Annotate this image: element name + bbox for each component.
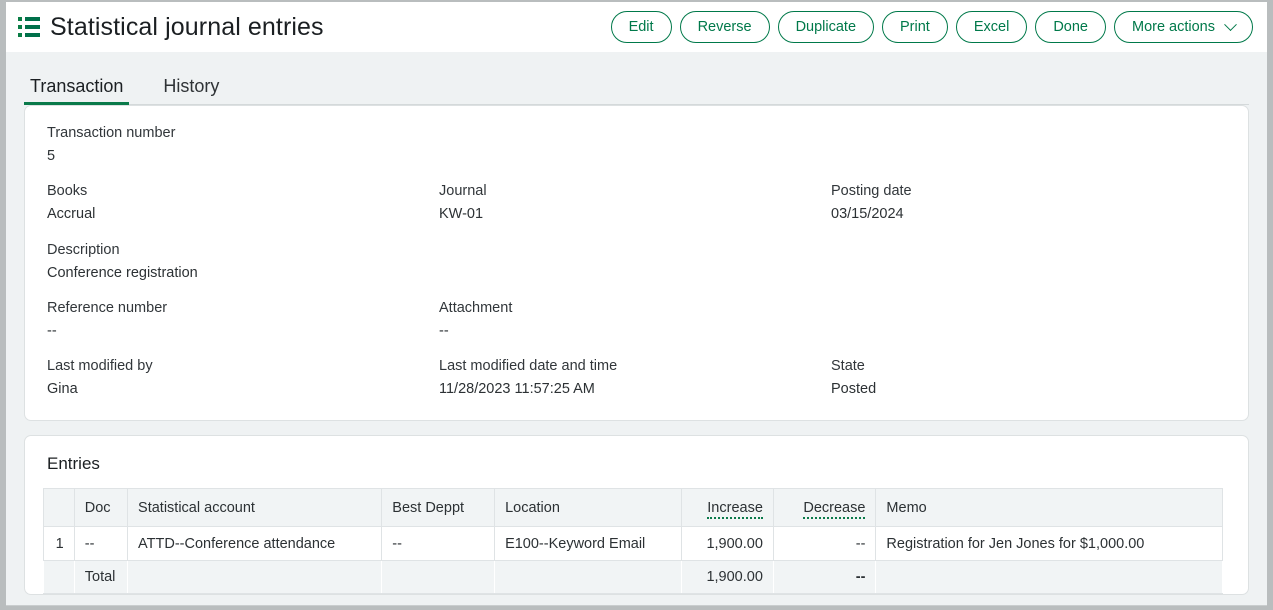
cell-memo[interactable]: Registration for Jen Jones for $1,000.00 bbox=[875, 526, 1223, 562]
tab-transaction[interactable]: Transaction bbox=[24, 76, 130, 105]
column-header-increase[interactable]: Increase bbox=[680, 488, 774, 528]
print-button[interactable]: Print bbox=[882, 11, 948, 43]
cell-decrease[interactable]: -- bbox=[772, 526, 877, 562]
field-label: Books bbox=[47, 183, 88, 200]
total-spacer bbox=[875, 560, 1223, 595]
transaction-detail-card: Transaction number 5 Books Accrual Journ… bbox=[24, 105, 1249, 422]
cell-best-deppt[interactable]: -- bbox=[381, 526, 496, 562]
total-increase: 1,900.00 bbox=[681, 560, 774, 595]
page-header: Statistical journal entries Edit Reverse… bbox=[6, 2, 1267, 52]
total-spacer bbox=[381, 560, 495, 595]
field-value: Accrual bbox=[47, 206, 96, 223]
field-state: State Posted bbox=[831, 357, 1223, 398]
field-label: Description bbox=[47, 241, 120, 258]
total-decrease: -- bbox=[773, 560, 876, 595]
field-value: Gina bbox=[47, 381, 78, 398]
app-window: Statistical journal entries Edit Reverse… bbox=[6, 2, 1267, 606]
field-value: Conference registration bbox=[47, 264, 198, 281]
total-spacer bbox=[494, 560, 682, 595]
field-value: KW-01 bbox=[439, 206, 484, 223]
field-last-modified-date-time: Last modified date and time 11/28/2023 1… bbox=[439, 357, 831, 398]
field-reference-number: Reference number -- bbox=[47, 299, 439, 340]
duplicate-button[interactable]: Duplicate bbox=[777, 11, 875, 43]
table-header-row: Doc Statistical account Best Deppt Locat… bbox=[43, 488, 1223, 528]
tab-bar: Transaction History bbox=[6, 52, 1267, 105]
field-label: Reference number bbox=[47, 299, 168, 316]
column-header-best-deppt[interactable]: Best Deppt bbox=[381, 488, 496, 528]
detail-row: Description Conference registration bbox=[47, 241, 1226, 282]
cell-doc[interactable]: -- bbox=[73, 526, 129, 562]
field-journal: Journal KW-01 bbox=[439, 182, 831, 223]
field-last-modified-by: Last modified by Gina bbox=[47, 357, 439, 398]
field-value: -- bbox=[439, 322, 449, 339]
entries-table-body: 1 -- ATTD--Conference attendance -- E100… bbox=[43, 526, 1223, 595]
column-header-statistical-account[interactable]: Statistical account bbox=[127, 488, 383, 528]
detail-row: Transaction number 5 bbox=[47, 124, 1226, 165]
detail-row: Books Accrual Journal KW-01 Posting date… bbox=[47, 182, 1226, 223]
field-value: -- bbox=[47, 322, 57, 339]
field-value: Posted bbox=[831, 381, 877, 398]
cell-increase[interactable]: 1,900.00 bbox=[680, 526, 774, 562]
field-label: Posting date bbox=[831, 183, 912, 200]
total-spacer bbox=[43, 560, 75, 595]
more-actions-button[interactable]: More actions bbox=[1113, 11, 1253, 43]
field-value: 03/15/2024 bbox=[831, 206, 904, 223]
field-label: Transaction number bbox=[47, 125, 176, 141]
column-header-location[interactable]: Location bbox=[494, 488, 682, 528]
more-actions-label: More actions bbox=[1131, 18, 1215, 35]
cell-row-index: 1 bbox=[43, 526, 75, 562]
column-header-doc[interactable]: Doc bbox=[73, 488, 129, 528]
field-posting-date: Posting date 03/15/2024 bbox=[831, 182, 1223, 223]
field-label: State bbox=[831, 358, 865, 374]
column-header-memo[interactable]: Memo bbox=[875, 488, 1223, 528]
column-header-index bbox=[43, 488, 75, 528]
reverse-button[interactable]: Reverse bbox=[679, 11, 770, 43]
decrease-hint-label[interactable]: Decrease bbox=[803, 499, 866, 519]
page-title: Statistical journal entries bbox=[50, 12, 324, 41]
entries-title: Entries bbox=[47, 454, 100, 474]
entries-table: Doc Statistical account Best Deppt Locat… bbox=[43, 488, 1223, 595]
tab-history[interactable]: History bbox=[157, 76, 225, 105]
detail-row: Last modified by Gina Last modified date… bbox=[47, 357, 1226, 398]
detail-field-grid: Transaction number 5 Books Accrual Journ… bbox=[47, 124, 1226, 398]
total-label: Total bbox=[74, 560, 128, 595]
cell-statistical-account[interactable]: ATTD--Conference attendance bbox=[127, 526, 383, 562]
field-label: Attachment bbox=[439, 299, 513, 316]
detail-row: Reference number -- Attachment -- bbox=[47, 299, 1226, 340]
field-label: Journal bbox=[439, 183, 487, 200]
table-total-row: Total 1,900.00 -- bbox=[43, 560, 1223, 595]
done-button[interactable]: Done bbox=[1035, 11, 1106, 43]
field-value: 5 bbox=[47, 148, 56, 165]
column-header-decrease[interactable]: Decrease bbox=[772, 488, 877, 528]
list-menu-icon[interactable] bbox=[18, 17, 40, 37]
entries-table-head: Doc Statistical account Best Deppt Locat… bbox=[43, 488, 1223, 528]
increase-hint-label[interactable]: Increase bbox=[707, 499, 763, 519]
edit-button[interactable]: Edit bbox=[610, 11, 672, 43]
excel-button[interactable]: Excel bbox=[955, 11, 1028, 43]
action-toolbar: Edit Reverse Duplicate Print Excel Done … bbox=[610, 11, 1253, 43]
cell-location[interactable]: E100--Keyword Email bbox=[494, 526, 682, 562]
field-transaction-number: Transaction number 5 bbox=[47, 124, 439, 165]
table-row[interactable]: 1 -- ATTD--Conference attendance -- E100… bbox=[43, 526, 1223, 562]
field-description: Description Conference registration bbox=[47, 241, 439, 282]
chevron-down-icon bbox=[1224, 17, 1237, 31]
field-label: Last modified date and time bbox=[439, 358, 618, 374]
field-label: Last modified by bbox=[47, 358, 153, 374]
field-books: Books Accrual bbox=[47, 182, 439, 223]
entries-card: Entries Doc Statistical account Best Dep… bbox=[24, 435, 1249, 596]
field-attachment: Attachment -- bbox=[439, 299, 831, 340]
field-value: 11/28/2023 11:57:25 AM bbox=[439, 381, 595, 398]
total-spacer bbox=[127, 560, 382, 595]
